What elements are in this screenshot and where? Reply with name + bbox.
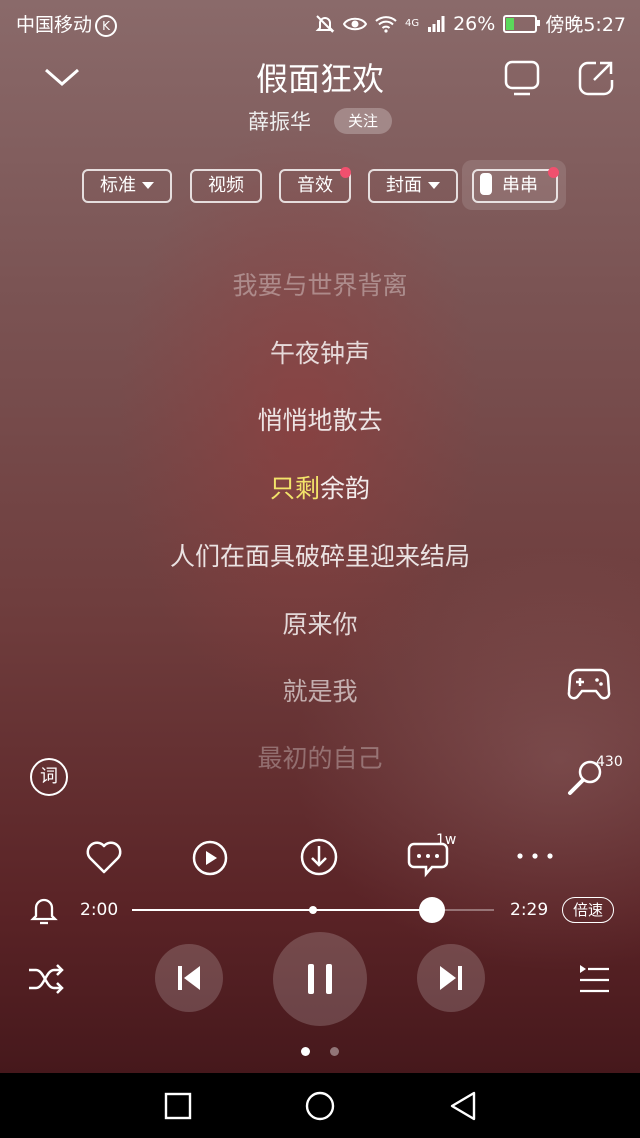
song-title: 假面狂欢 [255, 60, 384, 98]
lyric-line: 原来你 [282, 610, 358, 639]
signal-icon [428, 15, 445, 32]
chuanchuan-badge [548, 167, 559, 178]
wifi-icon [375, 15, 397, 33]
navigation-bar [0, 1073, 640, 1138]
next-button[interactable] [417, 944, 485, 1012]
recents-icon[interactable] [164, 1092, 192, 1120]
mic-count: 430 [596, 754, 623, 770]
cover-chip[interactable]: 封面 [368, 169, 458, 203]
playlist-icon[interactable] [576, 962, 612, 996]
pause-button[interactable] [273, 932, 367, 1026]
clock: 傍晚5:27 [545, 14, 626, 36]
status-icons: 4G 26% 傍晚5:27 [315, 10, 626, 37]
pause-icon [308, 964, 332, 994]
lyric-sung-part: 只剩 [269, 474, 320, 503]
more-icon[interactable] [514, 846, 556, 866]
sound-effect-badge [340, 167, 351, 178]
mute-icon [315, 14, 335, 33]
battery-percent: 26% [453, 12, 496, 35]
lyric-line: 最初的自己 [257, 744, 383, 773]
shuffle-icon[interactable] [26, 960, 66, 998]
dropdown-arrow-icon [428, 182, 440, 189]
lyric-line: 我要与世界背离 [232, 271, 408, 300]
status-bar: 中国移动 K 4G 26% 傍晚5:27 [0, 0, 640, 44]
progress-fill [132, 909, 432, 911]
share-icon[interactable] [576, 58, 616, 98]
download-icon[interactable] [298, 836, 340, 878]
comment-count: 1w [436, 832, 457, 848]
video-chip[interactable]: 视频 [190, 169, 262, 203]
total-time: 2:29 [510, 900, 549, 920]
artist-name[interactable]: 薛振华 [248, 106, 311, 136]
lyric-line: 悄悄地散去 [257, 406, 383, 435]
lyric-line: 人们在面具破碎里迎来结局 [169, 542, 470, 571]
lyric-line: 午夜钟声 [269, 339, 370, 368]
home-icon[interactable] [304, 1090, 336, 1122]
speed-button[interactable]: 倍速 [562, 897, 614, 923]
previous-button[interactable] [155, 944, 223, 1012]
page-dot-active [301, 1047, 310, 1056]
current-lyric-line: 只剩余韵 [0, 469, 640, 505]
next-icon [440, 966, 462, 990]
eye-icon [342, 17, 367, 30]
carrier: 中国移动 K [16, 10, 118, 37]
carrier-badge: K [95, 15, 118, 37]
current-time: 2:00 [80, 900, 119, 920]
lyrics-toggle-icon[interactable]: 词 [30, 758, 68, 796]
page-dot[interactable] [330, 1047, 339, 1056]
tv-icon[interactable] [502, 58, 542, 98]
dropdown-arrow-icon [142, 182, 154, 189]
phone-icon [480, 173, 492, 195]
gamepad-icon[interactable] [566, 664, 612, 704]
follow-button[interactable]: 关注 [334, 108, 392, 134]
heart-icon[interactable] [84, 838, 124, 876]
play-video-icon[interactable] [190, 838, 230, 878]
lyric-rest-part: 余韵 [320, 474, 371, 503]
battery-icon [503, 14, 541, 33]
progress-knob[interactable] [418, 897, 445, 923]
buffer-marker [309, 906, 317, 914]
network-type: 4G [404, 18, 420, 29]
quality-chip[interactable]: 标准 [82, 169, 172, 203]
chuanchuan-chip[interactable]: 串串 [472, 169, 558, 203]
back-icon[interactable] [448, 1090, 478, 1122]
lyric-line: 就是我 [282, 677, 358, 706]
bell-icon[interactable] [30, 894, 58, 926]
previous-icon [178, 966, 200, 990]
